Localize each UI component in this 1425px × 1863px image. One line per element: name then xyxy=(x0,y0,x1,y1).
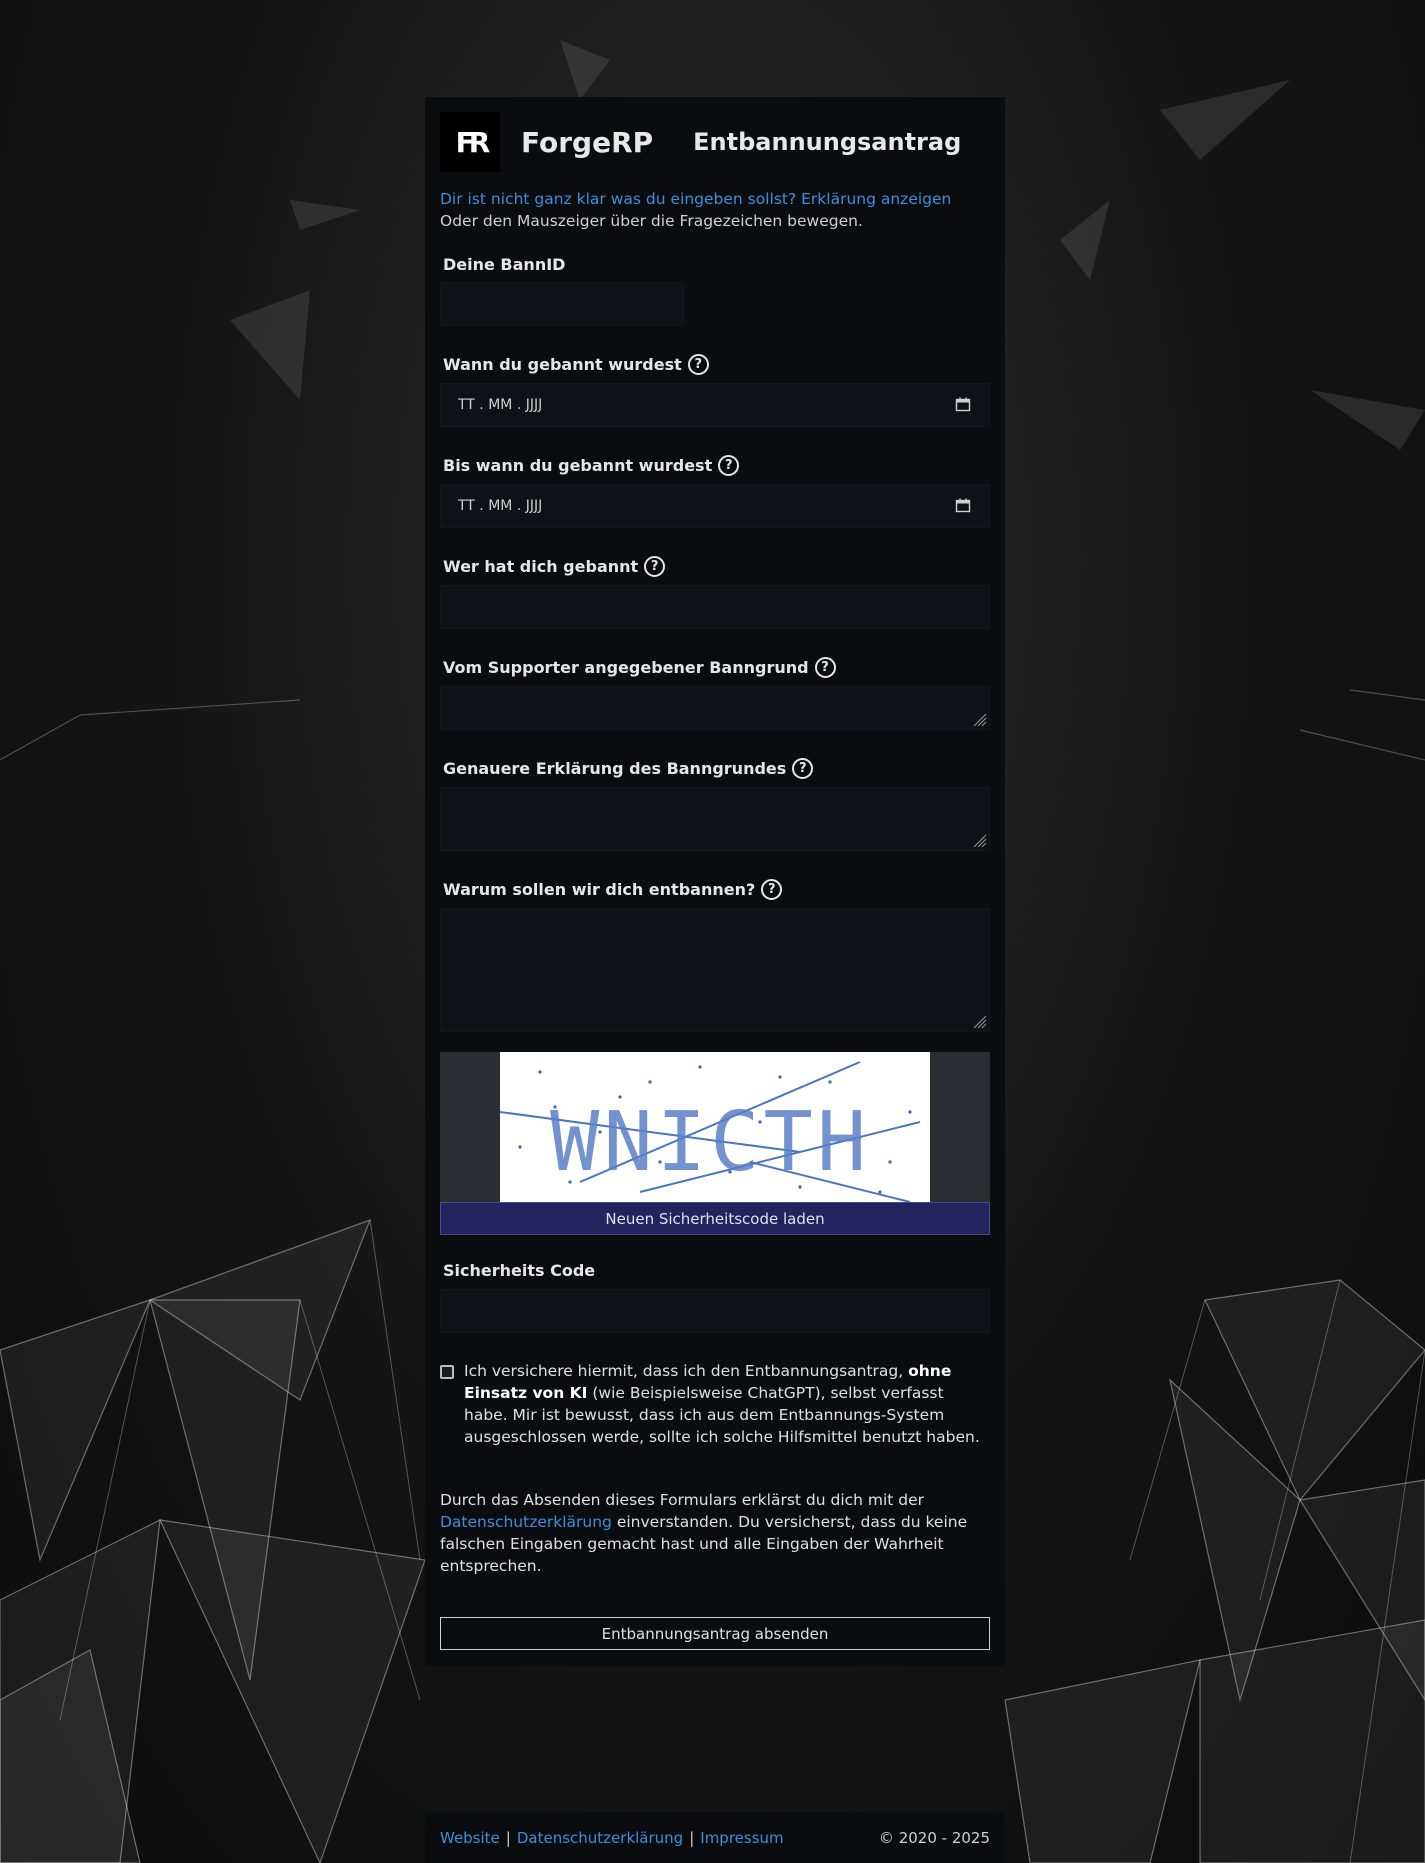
hover-hint: Oder den Mauszeiger über die Fragezeiche… xyxy=(440,212,863,230)
banned-date-label: Wann du gebannt wurdest ? xyxy=(443,354,709,375)
question-circle-icon[interactable]: ? xyxy=(792,758,814,779)
bann-id-input[interactable] xyxy=(440,282,684,326)
ai-declaration-checkbox[interactable] xyxy=(440,1365,454,1379)
footer: Website | Datenschutzerklärung | Impressum ©… xyxy=(425,1812,1005,1863)
copyright: © 2020 - 2025 xyxy=(878,1828,990,1847)
supporter-reason-label-text: Vom Supporter angegebener Banngrund xyxy=(443,658,809,677)
footer-links: Website | Datenschutzerklärung | Impressum xyxy=(440,1829,784,1847)
question-circle-icon[interactable]: ? xyxy=(814,657,836,678)
ai-declaration-text: Ich versichere hiermit, dass ich den Ent… xyxy=(464,1360,990,1448)
bann-id-label: Deine BannID xyxy=(443,255,565,274)
footer-link-website[interactable]: Website xyxy=(440,1829,500,1847)
banned-by-label: Wer hat dich gebannt ? xyxy=(443,556,666,577)
reload-captcha-button[interactable]: Neuen Sicherheitscode laden xyxy=(440,1202,990,1235)
footer-separator: | xyxy=(505,1828,511,1847)
question-circle-icon[interactable]: ? xyxy=(718,455,740,476)
security-code-input[interactable] xyxy=(440,1289,990,1333)
brand-name: ForgeRP xyxy=(521,125,654,159)
footer-separator: | xyxy=(689,1828,695,1847)
submit-button[interactable]: Entbannungsantrag absenden xyxy=(440,1617,990,1650)
ai-declaration-row: Ich versichere hiermit, dass ich den Ent… xyxy=(440,1360,990,1448)
form-header: FR ForgeRP Entbannungsantrag xyxy=(440,112,961,172)
until-date-label-text: Bis wann du gebannt wurdest xyxy=(443,456,713,475)
consent-text: Durch das Absenden dieses Formulars erkl… xyxy=(440,1489,990,1577)
resize-grip-icon[interactable] xyxy=(971,1013,987,1029)
banned-date-placeholder: TT . MM . JJJJ xyxy=(458,397,543,413)
calendar-icon[interactable] xyxy=(955,397,971,412)
until-date-input[interactable]: TT . MM . JJJJ xyxy=(440,484,990,528)
show-explanation-link[interactable]: Dir ist nicht ganz klar was du eingeben … xyxy=(440,188,1000,210)
captcha-text: WNICTH xyxy=(550,1095,870,1190)
why-unban-label: Warum sollen wir dich entbannen? ? xyxy=(443,879,783,900)
detailed-reason-label: Genauere Erklärung des Banngrundes ? xyxy=(443,758,814,779)
question-circle-icon[interactable]: ? xyxy=(644,556,666,577)
footer-link-privacy[interactable]: Datenschutzerklärung xyxy=(517,1829,683,1847)
resize-grip-icon[interactable] xyxy=(971,711,987,727)
banned-date-input[interactable]: TT . MM . JJJJ xyxy=(440,383,990,427)
question-circle-icon[interactable]: ? xyxy=(687,354,709,375)
detailed-reason-label-text: Genauere Erklärung des Banngrundes xyxy=(443,759,787,778)
calendar-icon[interactable] xyxy=(955,498,971,513)
page-title: Entbannungsantrag xyxy=(693,128,962,156)
until-date-placeholder: TT . MM . JJJJ xyxy=(458,498,543,514)
footer-link-imprint[interactable]: Impressum xyxy=(700,1829,783,1847)
resize-grip-icon[interactable] xyxy=(971,832,987,848)
captcha-image: WNICTH xyxy=(500,1052,930,1202)
unban-form-panel: FR ForgeRP Entbannungsantrag Dir ist nic… xyxy=(425,97,1005,1666)
banned-by-label-text: Wer hat dich gebannt xyxy=(443,557,639,576)
banned-date-label-text: Wann du gebannt wurdest xyxy=(443,355,682,374)
supporter-reason-label: Vom Supporter angegebener Banngrund ? xyxy=(443,657,836,678)
why-unban-textarea[interactable] xyxy=(440,908,990,1032)
security-code-label-text: Sicherheits Code xyxy=(443,1261,596,1280)
privacy-policy-link[interactable]: Datenschutzerklärung xyxy=(440,1513,612,1531)
bann-id-label-text: Deine BannID xyxy=(443,255,566,274)
banned-by-input[interactable] xyxy=(440,585,990,629)
until-date-label: Bis wann du gebannt wurdest ? xyxy=(443,455,740,476)
why-unban-label-text: Warum sollen wir dich entbannen? xyxy=(443,880,756,899)
help-text: Dir ist nicht ganz klar was du eingeben … xyxy=(440,188,1000,232)
consent-text-before: Durch das Absenden dieses Formulars erkl… xyxy=(440,1491,925,1509)
forgerp-logo: FR xyxy=(440,112,500,172)
captcha-container: WNICTH xyxy=(440,1052,990,1202)
security-code-label: Sicherheits Code xyxy=(443,1261,595,1280)
detailed-reason-textarea[interactable] xyxy=(440,787,990,851)
question-circle-icon[interactable]: ? xyxy=(761,879,783,900)
supporter-reason-textarea[interactable] xyxy=(440,686,990,730)
ai-declaration-text-before: Ich versichere hiermit, dass ich den Ent… xyxy=(464,1362,909,1380)
